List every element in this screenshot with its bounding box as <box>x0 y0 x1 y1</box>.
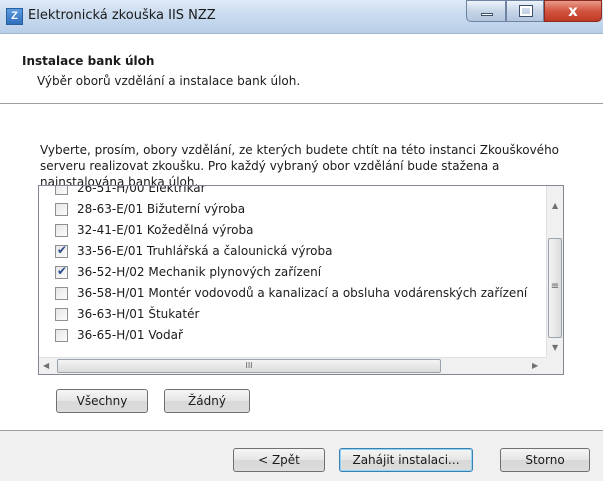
list-item[interactable]: 26-51-H/00 Elektrikář <box>39 185 545 200</box>
vertical-scroll-thumb[interactable]: ≡ <box>548 238 562 338</box>
horizontal-scroll-thumb[interactable]: III <box>57 359 441 373</box>
list-item[interactable]: 32-41-E/01 Kožedělná výroba <box>39 221 545 242</box>
list-item-label: 32-41-E/01 Kožedělná výroba <box>77 223 254 237</box>
vertical-scrollbar[interactable]: ▲ ≡ ▼ <box>546 186 563 357</box>
checkbox-unchecked[interactable] <box>55 203 68 216</box>
list-item-label: 36-58-H/01 Montér vodovodů a kanalizací … <box>77 286 528 300</box>
select-all-button[interactable]: Všechny <box>56 389 148 413</box>
window-title: Elektronická zkouška IIS NZZ <box>28 8 216 23</box>
field-checklist[interactable]: 26-51-H/00 Elektrikář 28-63-E/01 Bižutern… <box>38 185 564 375</box>
checkbox-unchecked[interactable] <box>55 287 68 300</box>
close-icon: x <box>568 2 578 20</box>
scroll-left-arrow-icon[interactable]: ◀ <box>43 361 49 371</box>
cancel-button[interactable]: Storno <box>500 448 590 472</box>
list-item-label: 36-52-H/02 Mechanik plynových zařízení <box>77 265 322 279</box>
maximize-button[interactable] <box>506 0 544 22</box>
list-item-label: 26-51-H/00 Elektrikář <box>77 185 206 195</box>
list-item[interactable]: 36-58-H/01 Montér vodovodů a kanalizací … <box>39 284 545 305</box>
vertical-grip-icon: ≡ <box>550 281 560 292</box>
list-item[interactable]: 36-65-H/01 Vodař <box>39 326 545 347</box>
title-bar: Z Elektronická zkouška IIS NZZ x <box>0 0 603 34</box>
description-text: Vyberte, prosím, obory vzdělání, ze kter… <box>40 143 560 189</box>
window-controls: x <box>466 0 602 22</box>
back-button[interactable]: < Zpět <box>233 448 325 472</box>
checkbox-checked[interactable] <box>55 264 68 279</box>
start-install-button[interactable]: Zahájit instalaci... <box>339 448 473 472</box>
list-item-label: 36-63-H/01 Štukatér <box>77 307 200 321</box>
checkbox-checked[interactable] <box>55 243 68 258</box>
list-item[interactable]: 36-63-H/01 Štukatér <box>39 305 545 326</box>
checkbox-unchecked[interactable] <box>55 329 68 342</box>
page-title: Instalace bank úloh <box>22 54 155 68</box>
scroll-up-arrow-icon[interactable]: ▲ <box>552 201 558 211</box>
list-item-label: 36-65-H/01 Vodař <box>77 328 183 342</box>
horizontal-grip-icon: III <box>245 361 253 370</box>
app-icon: Z <box>6 8 23 25</box>
horizontal-scrollbar[interactable]: ◀ III ▶ <box>39 357 547 374</box>
close-button[interactable]: x <box>544 0 602 22</box>
scroll-right-arrow-icon[interactable]: ▶ <box>532 361 538 371</box>
checkbox-unchecked[interactable] <box>55 186 68 195</box>
scrollbar-corner <box>546 357 563 374</box>
list-item-label: 33-56-E/01 Truhlářská a čalounická výrob… <box>77 244 333 258</box>
checkbox-unchecked[interactable] <box>55 224 68 237</box>
wizard-header: Instalace bank úloh Výběr oborů vzdělání… <box>0 34 603 104</box>
select-none-button[interactable]: Žádný <box>164 389 250 413</box>
minimize-icon <box>481 13 493 16</box>
list-item[interactable]: 28-63-E/01 Bižuterní výroba <box>39 200 545 221</box>
list-item[interactable]: 36-52-H/02 Mechanik plynových zařízení <box>39 263 545 284</box>
scroll-down-arrow-icon[interactable]: ▼ <box>552 343 558 353</box>
list-item[interactable]: 33-56-E/01 Truhlářská a čalounická výrob… <box>39 242 545 263</box>
page-subtitle: Výběr oborů vzdělání a instalace bank úl… <box>37 74 301 88</box>
checkbox-unchecked[interactable] <box>55 308 68 321</box>
minimize-button[interactable] <box>466 0 506 22</box>
list-item-label: 28-63-E/01 Bižuterní výroba <box>77 202 246 216</box>
maximize-icon <box>519 5 533 17</box>
